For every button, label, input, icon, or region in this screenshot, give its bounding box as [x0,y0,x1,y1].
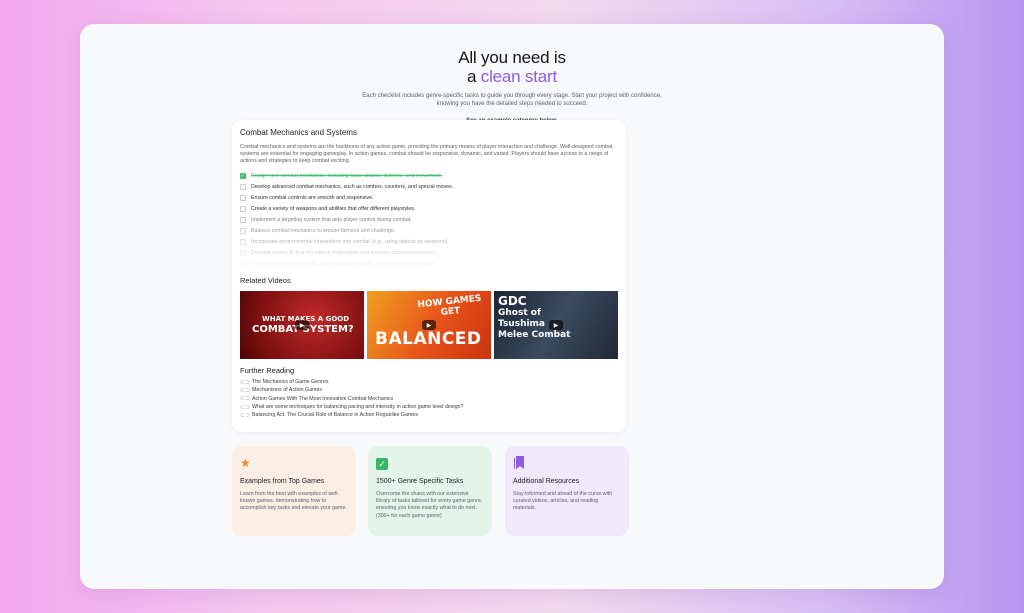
hero-title-line1: All you need is [458,48,566,67]
task-item[interactable]: Ensure that visual and audio feedback en… [240,258,618,269]
task-label: Design core combat mechanics, including … [251,172,443,179]
feature-text: Learn from the best with examples of wel… [240,491,347,512]
checkbox-checked-icon[interactable]: ✓ [240,172,246,179]
video-thumbnail[interactable]: HOW GAMES GET BALANCED ▶ [367,291,491,359]
reading-link[interactable]: ⊂⊃ Action Games With The Most Innovative … [240,395,618,403]
task-label: Ensure that visual and audio feedback en… [251,260,436,267]
feature-text: Stay informed and ahead of the curve wit… [513,491,613,512]
task-label: Create a variety of weapons and abilitie… [251,205,416,212]
feature-note: (300+ for each game genre) [376,512,442,519]
link-icon: ⊂⊃ [240,412,251,419]
task-label: Incorporate environmental interactions i… [251,238,449,245]
reading-link-label: Action Games With The Most Innovative Co… [252,395,394,402]
task-list: ✓ Design core combat mechanics, includin… [240,170,618,270]
feature-card-examples: ★ Examples from Top Games Learn from the… [232,446,356,536]
task-item[interactable]: Balance combat mechanics to ensure fairn… [240,225,618,236]
task-item[interactable]: ✓ Design core combat mechanics, includin… [240,170,618,181]
checkbox-icon[interactable] [240,183,246,190]
star-icon: ★ [240,456,251,470]
task-label: Develop advanced combat mechanics, such … [251,183,454,190]
task-label: Develop enemy AI that provides a challen… [251,249,438,256]
reading-link-label: Balancing Act: The Crucial Role of Balan… [252,412,418,419]
task-item[interactable]: Implement a targeting system that aids p… [240,214,618,225]
video-caption-main: Ghost of Tsushima Melee Combat [498,308,571,340]
reading-link-label: The Mechanics of Game Genres [252,379,329,386]
link-icon: ⊂⊃ [240,387,251,394]
task-item[interactable]: Create a variety of weapons and abilitie… [240,203,618,214]
checkbox-icon[interactable] [240,216,246,223]
video-caption-top: HOW GAMES GET [417,293,482,318]
checkbox-icon[interactable] [240,249,246,256]
checkbox-icon[interactable] [240,260,246,267]
hero-subtitle: Each checklist includes genre-specific t… [362,93,662,107]
hero-title: All you need is a clean start [80,48,944,86]
further-reading-title: Further Reading [240,366,295,375]
feature-title: 1500+ Genre Specific Tasks [376,478,464,485]
checkbox-icon[interactable] [240,205,246,212]
checkbox-icon: ✓ [376,456,484,472]
feature-text-body: Overcome the chaos with our extensive li… [376,491,483,512]
hero-section: All you need is a clean start Each check… [80,48,944,124]
reading-link[interactable]: ⊂⊃ What are some techniques for balancing… [240,403,618,411]
task-item[interactable]: Ensure combat controls are smooth and re… [240,192,618,203]
related-videos-title: Related Videos [240,276,291,285]
video-row: WHAT MAKES A GOOD COMBAT SYSTEM? ▶ HOW G… [240,291,618,359]
reading-link-label: Mechanisms of Action Games [252,387,323,394]
task-item[interactable]: Incorporate environmental interactions i… [240,236,618,247]
link-icon: ⊂⊃ [240,404,251,411]
checkbox-icon[interactable] [240,227,246,234]
reading-link[interactable]: ⊂⊃ Balancing Act: The Crucial Role of Bal… [240,411,618,419]
play-icon[interactable]: ▶ [549,320,563,330]
task-label: Implement a targeting system that aids p… [251,216,412,223]
video-thumbnail[interactable]: WHAT MAKES A GOOD COMBAT SYSTEM? ▶ [240,291,364,359]
checkbox-icon[interactable] [240,238,246,245]
checkbox-icon[interactable] [240,194,246,201]
reading-link[interactable]: ⊂⊃ The Mechanics of Game Genres [240,378,618,386]
task-item[interactable]: Develop enemy AI that provides a challen… [240,247,618,258]
link-icon: ⊂⊃ [240,379,251,386]
task-item[interactable]: Develop advanced combat mechanics, such … [240,181,618,192]
category-card: Combat Mechanics and Systems Combat mech… [232,120,626,432]
reading-link[interactable]: ⊂⊃ Mechanisms of Action Games [240,386,618,394]
feature-card-tasks: ✓ 1500+ Genre Specific Tasks Overcome th… [368,446,492,536]
reading-list: ⊂⊃ The Mechanics of Game Genres ⊂⊃ Mechani… [240,378,618,419]
category-description: Combat mechanics and systems are the bac… [240,144,613,164]
video-caption-top: GDC [498,294,527,308]
feature-title: Examples from Top Games [240,478,325,485]
category-title: Combat Mechanics and Systems [240,128,357,137]
feature-card-resources: Additional Resources Stay informed and a… [505,446,629,536]
task-label: Balance combat mechanics to ensure fairn… [251,227,396,234]
task-label: Ensure combat controls are smooth and re… [251,194,374,201]
video-caption-main: BALANCED [375,329,482,349]
play-icon[interactable]: ▶ [295,320,309,330]
hero-title-prefix: a [466,67,481,86]
hero-title-accent: clean start [480,67,557,86]
video-thumbnail[interactable]: GDC Ghost of Tsushima Melee Combat ▶ [494,291,618,359]
feature-text: Overcome the chaos with our extensive li… [376,491,484,520]
bookmarks-icon [513,456,621,472]
reading-link-label: What are some techniques for balancing p… [252,404,464,411]
link-icon: ⊂⊃ [240,396,251,403]
feature-title: Additional Resources [513,478,580,485]
play-icon[interactable]: ▶ [422,320,436,330]
